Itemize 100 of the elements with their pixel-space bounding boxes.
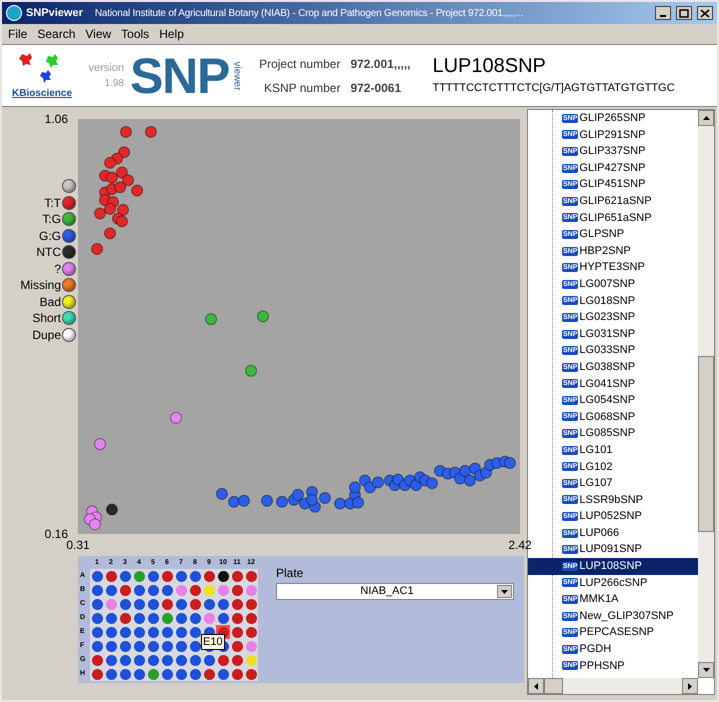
tree-item-label: HYPTE3SNP: [579, 260, 645, 276]
tree-item-label: LG101: [579, 442, 612, 458]
menu-item[interactable]: Search: [37, 25, 76, 43]
data-point: [238, 494, 250, 507]
data-point: [260, 494, 273, 507]
legend-label: Dupe: [32, 326, 61, 344]
data-point: [122, 174, 134, 186]
data-point: [334, 498, 346, 510]
tree-item-label: LG054SNP: [579, 393, 636, 408]
tree-item-label: LG007SNP: [579, 276, 636, 292]
tree-item-label: GLPSNP: [579, 227, 624, 242]
menu-item[interactable]: View: [85, 25, 112, 43]
legend-label: G:G: [38, 228, 61, 245]
tree-item-label: LUP052SNP: [579, 509, 642, 524]
scroll-thumb[interactable]: [544, 678, 563, 694]
data-point: [94, 438, 106, 450]
tree-item-label: LUP066: [579, 526, 620, 541]
data-point: [348, 481, 361, 494]
legend-label: Short: [32, 310, 61, 328]
logo-text: SNP: [130, 50, 230, 100]
app-name: SNPviewer: [26, 6, 83, 21]
plate-dropdown[interactable]: NIAB_AC1: [276, 583, 514, 600]
scroll-left-icon[interactable]: [528, 678, 544, 694]
data-point: [91, 243, 104, 256]
legend-label: T:T: [44, 194, 61, 212]
y-axis-label: 1.06: [44, 112, 68, 126]
project-number: 972.001,,,,,: [350, 56, 410, 72]
data-point: [256, 310, 269, 322]
tree-item-label: PPHSNP: [579, 658, 625, 674]
tree-item-label: LG102: [579, 460, 612, 475]
company-name: KBioscience: [12, 87, 72, 101]
data-point: [306, 494, 318, 506]
tree-item-label: LG041SNP: [579, 376, 636, 392]
tree-item-label: LG033SNP: [579, 343, 636, 358]
version-number: 1.98: [104, 76, 124, 90]
horizontal-scrollbar[interactable]: [528, 678, 698, 694]
tree-item-label: LUP108SNP: [579, 559, 642, 574]
vertical-scrollbar[interactable]: [698, 110, 714, 678]
tree-item-label: LG038SNP: [579, 360, 636, 375]
scroll-up-icon[interactable]: [698, 110, 714, 126]
tree-item-label: GLIP427SNP: [579, 160, 646, 176]
legend-label: ?: [54, 260, 61, 278]
tree-item-label: GLIP651aSNP: [579, 210, 652, 226]
data-point: [292, 488, 304, 501]
close-icon[interactable]: [697, 6, 713, 20]
data-point: [426, 477, 438, 490]
data-point: [144, 126, 157, 138]
tree-item-label: New_GLIP307SNP: [579, 608, 674, 624]
minimize-icon[interactable]: [655, 6, 671, 20]
legend-label: Bad: [40, 294, 61, 311]
menu-item[interactable]: File: [8, 25, 28, 43]
menu-item[interactable]: Help: [159, 25, 184, 43]
tree-item-label: GLIP291SNP: [579, 128, 646, 143]
tree-item-label: LUP266cSNP: [579, 576, 648, 591]
data-point: [104, 156, 116, 169]
data-point: [364, 481, 376, 494]
x-axis-label: 2.42: [508, 537, 532, 554]
version-label: version: [88, 60, 124, 76]
tree-item-label: MMK1A: [579, 592, 619, 608]
data-point: [116, 215, 128, 228]
data-point: [318, 492, 331, 504]
tree-item-label: PEPCASESNP: [579, 625, 654, 640]
tree-item-label: LG068SNP: [579, 410, 636, 425]
data-point: [228, 496, 240, 508]
tree-item-label: LUP091SNP: [579, 542, 642, 558]
data-point: [118, 146, 130, 158]
y-axis-label: 0.16: [44, 527, 68, 541]
maximize-icon[interactable]: [676, 6, 692, 20]
tree-item-label: LG107: [579, 476, 612, 492]
data-point: [459, 464, 472, 477]
tree-item-label: HBP2SNP: [579, 244, 631, 259]
scroll-thumb[interactable]: [698, 356, 714, 532]
tree-item-label: GLIP451SNP: [579, 177, 646, 192]
legend-label: T:G: [42, 211, 61, 228]
scroll-right-icon[interactable]: [682, 678, 698, 694]
data-point: [104, 202, 116, 215]
data-point: [88, 518, 101, 530]
data-point: [117, 204, 130, 216]
data-point: [114, 181, 126, 194]
data-point: [464, 474, 476, 486]
app-icon: [6, 5, 22, 21]
tree-item-label: LSSR9bSNP: [579, 492, 643, 508]
snp-sequence: TTTTTCCTCTTTCTC[G/T]AGTGTTATGTGTTGC: [432, 81, 675, 96]
snp-name: LUP108SNP: [432, 54, 547, 78]
data-point: [106, 172, 118, 184]
tree-item-label: PGDH: [579, 642, 612, 658]
data-point: [245, 364, 258, 377]
ksnp-number: 972-0061: [350, 80, 402, 96]
logo-subtext: viewer: [230, 61, 242, 90]
menu-item[interactable]: Tools: [121, 25, 150, 43]
data-point: [276, 496, 288, 508]
data-point: [352, 496, 364, 509]
data-point: [131, 184, 144, 196]
ksnp-label: KSNP number: [262, 80, 340, 96]
tree-item-label: GLIP337SNP: [579, 144, 646, 160]
data-point: [104, 227, 116, 240]
scroll-down-icon[interactable]: [698, 662, 714, 678]
legend-label: Missing: [20, 277, 61, 294]
x-axis-label: 0.31: [66, 538, 90, 554]
tree-item-label: LG018SNP: [579, 294, 636, 309]
